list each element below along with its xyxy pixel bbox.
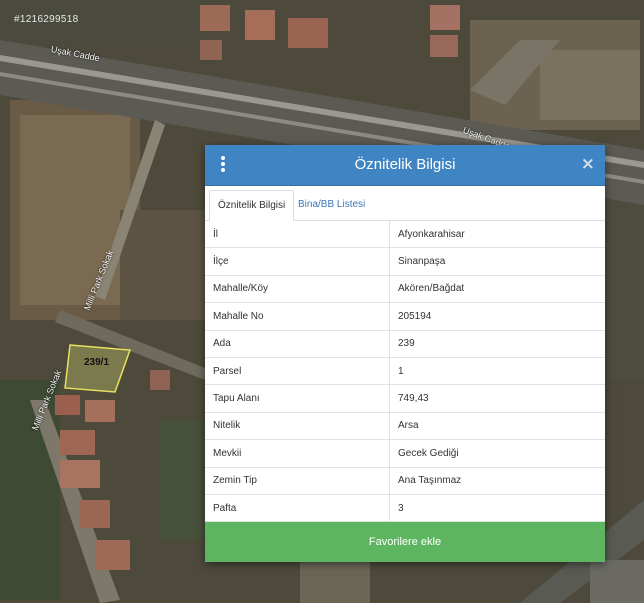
attr-key: Nitelik xyxy=(205,412,390,441)
attr-value: Afyonkarahisar xyxy=(389,221,605,249)
tab-attribute-info[interactable]: Öznitelik Bilgisi xyxy=(209,190,295,221)
table-row: Nitelik Arsa xyxy=(205,412,605,441)
tab-bar: Öznitelik Bilgisi Bina/BB Listesi xyxy=(205,186,605,221)
attr-key: Tapu Alanı xyxy=(205,384,390,413)
table-row: Pafta 3 xyxy=(205,494,605,523)
attr-value: Akören/Bağdat xyxy=(389,275,605,304)
table-row: Ada 239 xyxy=(205,330,605,358)
attr-key: Mahalle No xyxy=(205,302,390,331)
attr-value: 3 xyxy=(389,494,605,523)
attr-value: 749,43 xyxy=(389,384,605,413)
table-row: Mevkii Gecek Gediği xyxy=(205,439,605,468)
attr-key: İl xyxy=(205,221,390,249)
parcel-label[interactable]: 239/1 xyxy=(84,357,109,368)
attr-key: Ada xyxy=(205,330,390,358)
table-row: Mahalle/Köy Akören/Bağdat xyxy=(205,275,605,304)
table-row: Zemin Tip Ana Taşınmaz xyxy=(205,467,605,495)
attr-value: 1 xyxy=(389,357,605,386)
close-icon[interactable]: × xyxy=(581,155,595,173)
table-row: Mahalle No 205194 xyxy=(205,302,605,331)
attr-value: Arsa xyxy=(389,412,605,441)
attr-key: Parsel xyxy=(205,357,390,386)
attr-value: Gecek Gediği xyxy=(389,439,605,468)
attribute-dialog: Öznitelik Bilgisi × Öznitelik Bilgisi Bi… xyxy=(205,145,605,562)
table-row: İlçe Sinanpaşa xyxy=(205,247,605,276)
dialog-header: Öznitelik Bilgisi × xyxy=(205,145,605,186)
dialog-title: Öznitelik Bilgisi xyxy=(354,156,456,173)
table-row: İl Afyonkarahisar xyxy=(205,221,605,249)
add-to-favorites-button[interactable]: Favorilere ekle xyxy=(205,522,605,562)
attr-key: Zemin Tip xyxy=(205,467,390,495)
attr-key: Pafta xyxy=(205,494,390,523)
attr-value: Sinanpaşa xyxy=(389,247,605,276)
attr-key: Mevkii xyxy=(205,439,390,468)
attr-value: 205194 xyxy=(389,302,605,331)
attribute-table: İl Afyonkarahisar İlçe Sinanpaşa Mahalle/K… xyxy=(205,221,605,523)
tab-building-list[interactable]: Bina/BB Listesi xyxy=(290,190,373,220)
attr-value: Ana Taşınmaz xyxy=(389,467,605,495)
attr-key: İlçe xyxy=(205,247,390,276)
table-row: Tapu Alanı 749,43 xyxy=(205,384,605,413)
table-row: Parsel 1 xyxy=(205,357,605,386)
attr-value: 239 xyxy=(389,330,605,358)
attr-key: Mahalle/Köy xyxy=(205,275,390,304)
image-id-watermark: #1216299518 xyxy=(14,14,79,25)
